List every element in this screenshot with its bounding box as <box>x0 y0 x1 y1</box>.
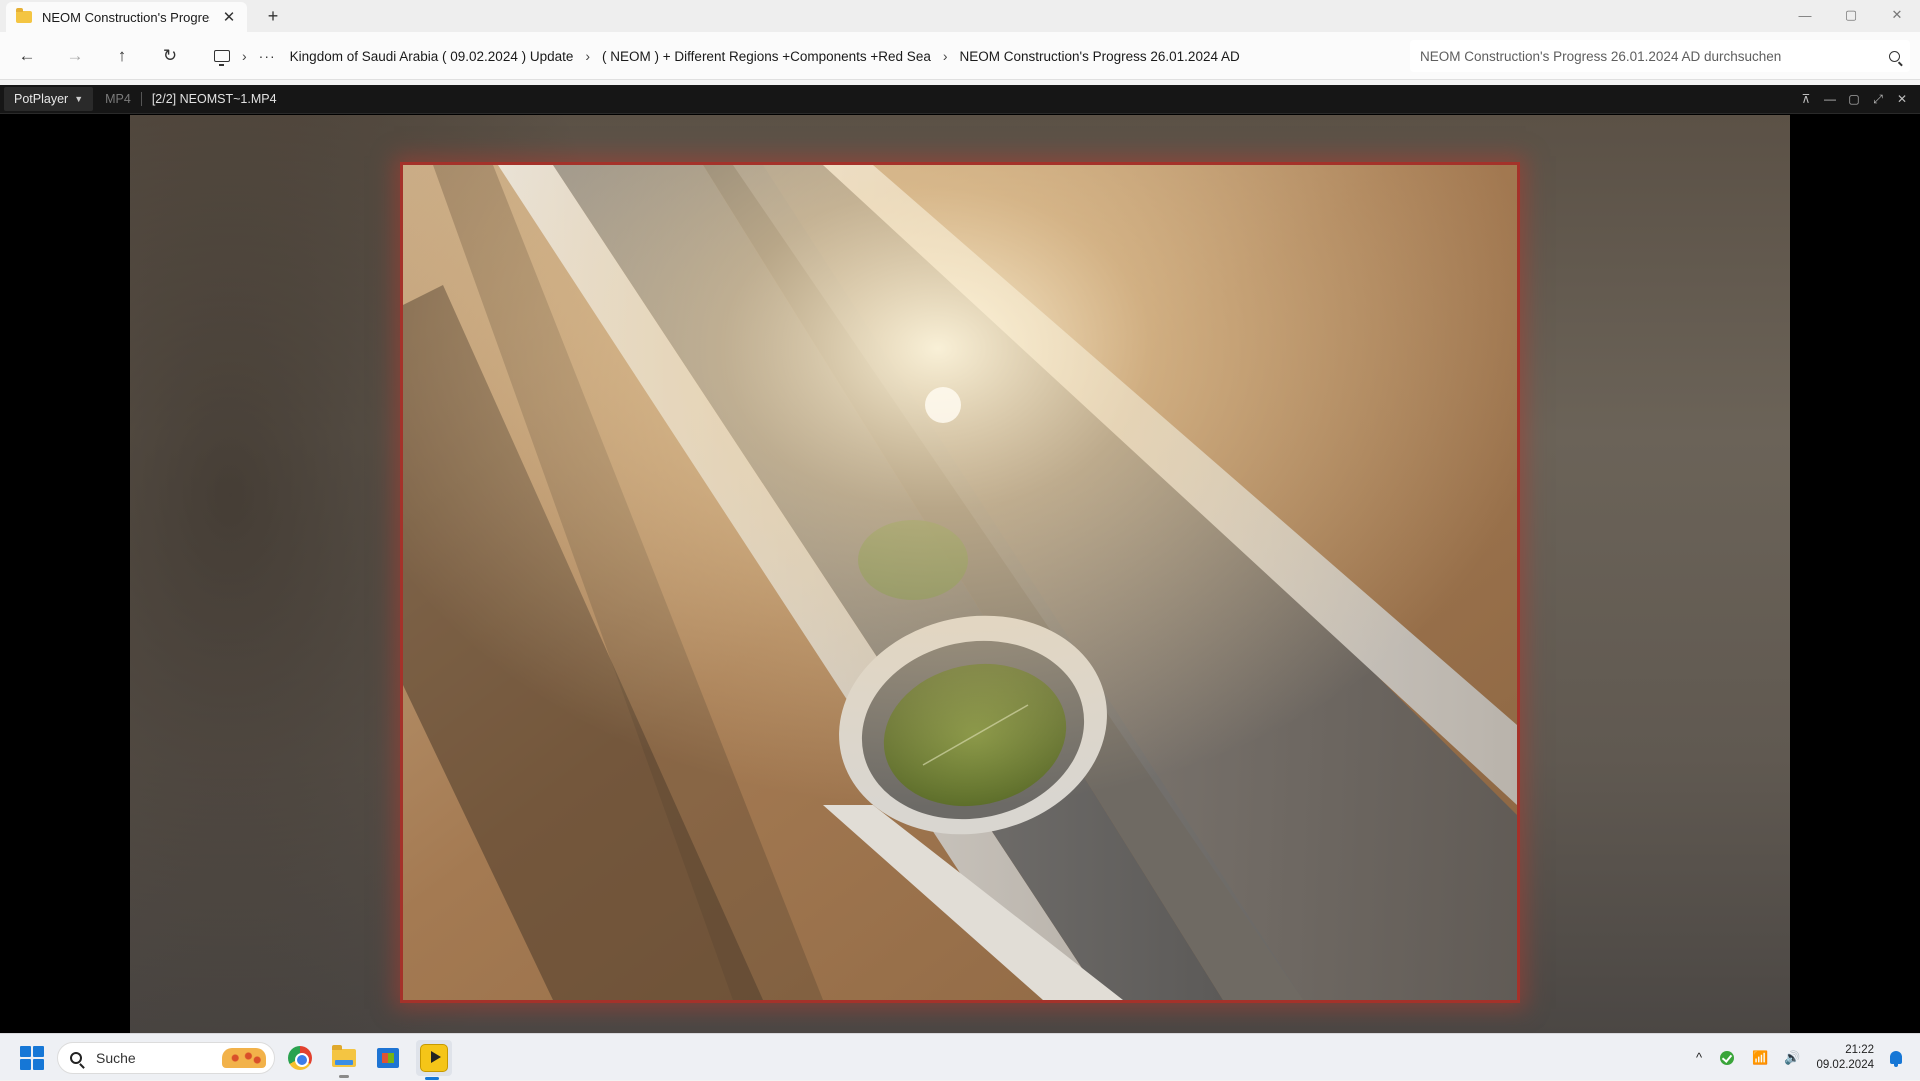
refresh-button[interactable]: ↻ <box>156 42 184 70</box>
this-pc-icon[interactable] <box>214 50 230 66</box>
title-bar: NEOM Construction's Progress ✕ + — ▢ ✕ <box>0 0 1920 32</box>
explorer-address-bar: ← → ↑ ↻ › ··· Kingdom of Saudi Arabia ( … <box>0 32 1920 80</box>
potplayer-window: PotPlayer ▼ MP4 [2/2] NEOMST~1.MP4 ⊼ — ▢… <box>0 85 1920 1033</box>
taskbar-app-potplayer[interactable] <box>416 1040 452 1080</box>
new-tab-button[interactable]: + <box>262 5 284 27</box>
clock[interactable]: 21:22 09.02.2024 <box>1816 1043 1874 1073</box>
taskbar-app-chrome[interactable] <box>284 1042 316 1074</box>
potplayer-icon <box>420 1044 448 1072</box>
breadcrumb-more-button[interactable]: ··· <box>259 48 276 64</box>
search-icon <box>70 1052 82 1064</box>
chevron-right-icon: › <box>942 48 948 64</box>
search-icon[interactable] <box>1889 50 1900 62</box>
breadcrumb-item-ksa-update[interactable]: Kingdom of Saudi Arabia ( 09.02.2024 ) U… <box>290 49 574 64</box>
search-placeholder: NEOM Construction's Progress 26.01.2024 … <box>1420 48 1782 64</box>
tab-neom-progress[interactable]: NEOM Construction's Progress ✕ <box>6 2 247 32</box>
window-controls: — ▢ ✕ <box>1782 0 1920 32</box>
windows-logo-icon <box>20 1046 31 1057</box>
start-button[interactable] <box>20 1046 44 1070</box>
player-fullscreen-button[interactable]: ⤢ <box>1866 92 1890 107</box>
player-close-button[interactable]: ✕ <box>1890 92 1914 107</box>
video-frame-render <box>403 165 1517 1000</box>
window-close-button[interactable]: ✕ <box>1874 0 1920 30</box>
chrome-icon <box>288 1046 312 1070</box>
taskbar-search[interactable]: Suche <box>57 1042 275 1074</box>
clock-time: 21:22 <box>1845 1043 1874 1056</box>
potplayer-menu-label: PotPlayer <box>14 92 69 106</box>
chevron-right-icon: › <box>242 48 247 64</box>
notification-bell-icon[interactable] <box>1890 1051 1902 1067</box>
taskbar-search-label: Suche <box>96 1050 136 1066</box>
volume-icon[interactable]: 🔊 <box>1784 1050 1800 1066</box>
potplayer-menu-button[interactable]: PotPlayer ▼ <box>4 87 94 111</box>
breadcrumb[interactable]: › ··· Kingdom of Saudi Arabia ( 09.02.20… <box>202 40 1400 72</box>
player-title-bar: PotPlayer ▼ MP4 [2/2] NEOMST~1.MP4 ⊼ — ▢… <box>0 85 1920 114</box>
window-maximize-button[interactable]: ▢ <box>1828 0 1874 30</box>
security-check-icon[interactable] <box>1720 1050 1735 1065</box>
player-minimize-button[interactable]: — <box>1818 92 1842 107</box>
search-highlight-pizza-icon <box>222 1048 266 1068</box>
store-icon <box>377 1048 399 1068</box>
forward-button[interactable]: → <box>61 42 89 70</box>
pin-button[interactable]: ⊼ <box>1794 92 1818 107</box>
taskbar: Suche ^ 📶 🔊 21:22 09.02.2024 <box>0 1033 1920 1080</box>
folder-search-input[interactable]: NEOM Construction's Progress 26.01.2024 … <box>1410 40 1910 72</box>
breadcrumb-item-neom-progress[interactable]: NEOM Construction's Progress 26.01.2024 … <box>960 49 1240 64</box>
tray-overflow-chevron-icon[interactable]: ^ <box>1696 1050 1702 1065</box>
file-explorer-icon <box>332 1045 356 1067</box>
tab-close-button[interactable]: ✕ <box>221 8 237 26</box>
running-indicator <box>339 1075 349 1078</box>
folder-icon <box>16 8 32 23</box>
video-area[interactable] <box>130 115 1790 1033</box>
back-button[interactable]: ← <box>13 42 41 70</box>
chevron-down-icon: ▼ <box>74 94 84 104</box>
playing-file-label: [2/2] NEOMST~1.MP4 <box>151 92 277 106</box>
window-minimize-button[interactable]: — <box>1782 0 1828 30</box>
tab-title: NEOM Construction's Progress <box>42 9 210 25</box>
clock-date: 09.02.2024 <box>1816 1058 1874 1071</box>
system-tray: ^ 📶 🔊 21:22 09.02.2024 <box>1688 1034 1920 1081</box>
taskbar-app-file-explorer[interactable] <box>328 1042 360 1078</box>
player-window-controls: ⊼ — ▢ ⤢ ✕ <box>1794 92 1914 107</box>
file-format-label: MP4 <box>105 92 131 106</box>
divider <box>140 92 142 106</box>
video-frame <box>400 162 1520 1003</box>
wifi-icon[interactable]: 📶 <box>1752 1050 1768 1066</box>
up-button[interactable]: ↑ <box>108 42 136 70</box>
breadcrumb-item-neom-regions[interactable]: ( NEOM ) + Different Regions +Components… <box>602 49 931 64</box>
player-maximize-button[interactable]: ▢ <box>1842 92 1866 107</box>
chevron-right-icon: › <box>585 48 591 64</box>
taskbar-app-store[interactable] <box>372 1042 404 1074</box>
